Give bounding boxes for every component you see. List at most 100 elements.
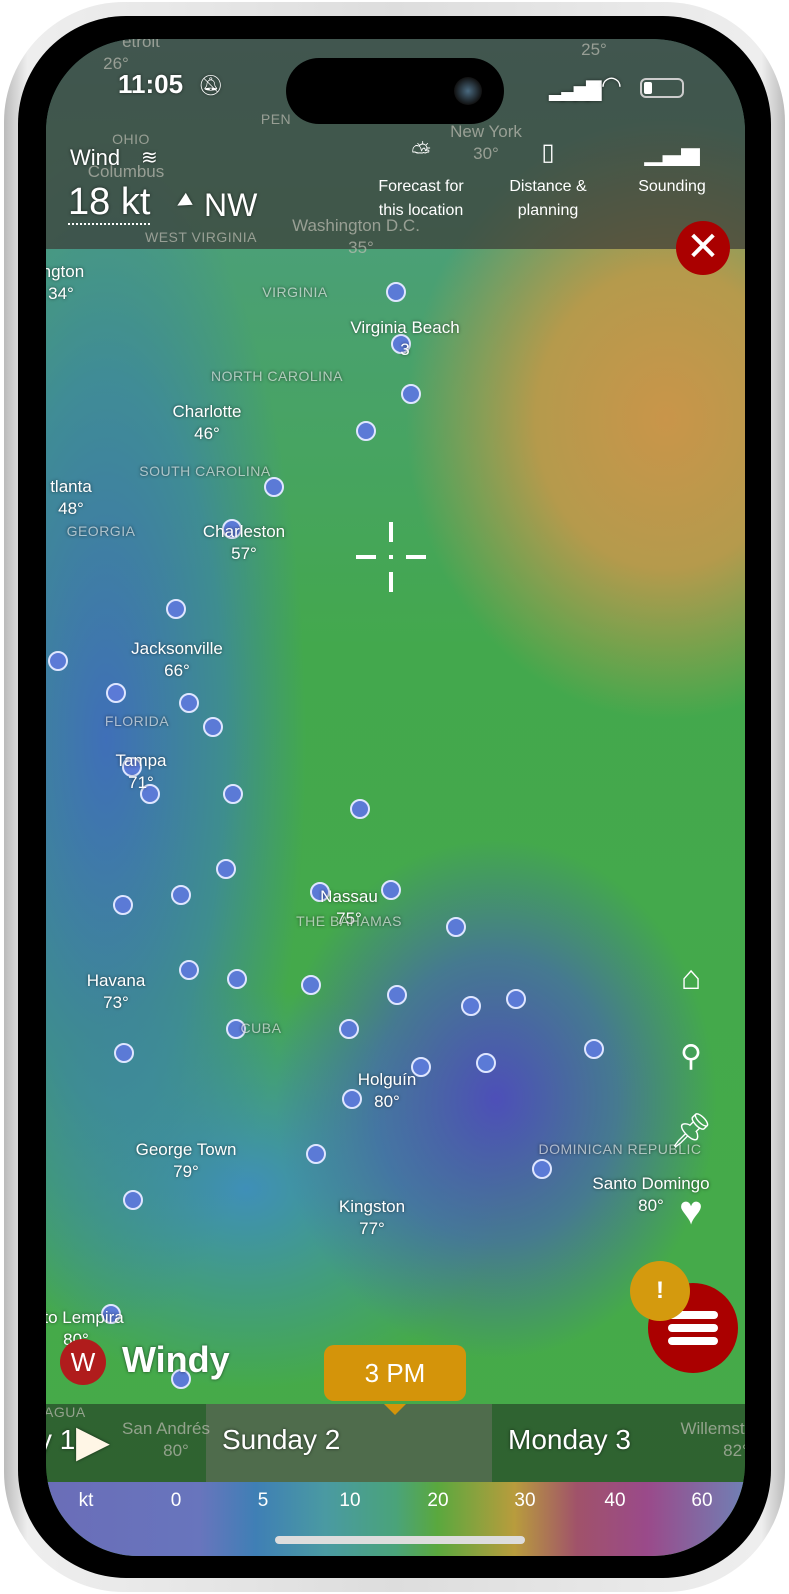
home-icon[interactable]: ⌂ <box>666 959 716 998</box>
map-label: etroit <box>122 39 160 51</box>
bell-slash-icon: 🔕︎ <box>198 75 224 97</box>
city-label[interactable]: Kingston 77° <box>339 1196 405 1240</box>
city-temperature: 79° <box>173 1162 199 1181</box>
marina-pin-icon[interactable] <box>350 799 370 819</box>
search-icon[interactable]: ⚲ <box>666 1039 716 1074</box>
ruler-icon: ▯ <box>541 139 555 166</box>
marina-pin-icon[interactable] <box>166 599 186 619</box>
legend-tick: 40 <box>604 1490 626 1511</box>
city-temperature: 3 <box>400 340 410 359</box>
city-temperature: 57° <box>231 544 257 563</box>
status-time: 11:05 <box>118 69 184 99</box>
legend-tick: 60 <box>691 1490 713 1511</box>
marina-pin-icon[interactable] <box>306 1144 326 1164</box>
dynamic-island <box>286 58 504 124</box>
city-label[interactable]: Tampa 71° <box>115 750 166 794</box>
marina-pin-icon[interactable] <box>227 969 247 989</box>
wind-speed[interactable]: 18 kt <box>68 181 151 225</box>
map-label: 25° <box>581 40 607 59</box>
timeline-bar[interactable]: AGUA San Andrés 80° Willemstad 82° y 1 ▶… <box>46 1404 745 1482</box>
marina-pin-icon[interactable] <box>171 885 191 905</box>
distance-planning-button[interactable]: ▯ Distance & planning <box>509 141 586 223</box>
marina-pin-icon[interactable] <box>203 717 223 737</box>
map-label: 80° <box>163 1441 189 1460</box>
marina-pin-icon[interactable] <box>48 651 68 671</box>
marina-pin-icon[interactable] <box>446 917 466 937</box>
map-label: Willemstad <box>680 1419 745 1438</box>
city-label[interactable]: Charleston 57° <box>203 521 285 565</box>
heart-icon[interactable]: ♥ <box>666 1189 716 1234</box>
city-label[interactable]: ington 34° <box>46 261 84 305</box>
wind-speed-legend: kt 0 5 10 20 30 40 60 <box>46 1482 745 1556</box>
bar-chart-icon: ▁▃▅ <box>644 139 700 166</box>
city-label[interactable]: Virginia Beach 3 <box>350 317 459 361</box>
region-label: SOUTH CAROLINA <box>139 463 271 479</box>
marina-pin-icon[interactable] <box>506 989 526 1009</box>
map-label: WEST VIRGINIA <box>144 229 258 245</box>
wind-map[interactable]: etroit 26° OHIO Columbus PEN New York 30… <box>46 39 745 1556</box>
marina-pin-icon[interactable] <box>113 895 133 915</box>
forecast-location-button[interactable]: ⛅︎ Forecast for this location <box>378 141 463 223</box>
next-day[interactable]: Monday 3 <box>508 1424 631 1456</box>
legend-tick: 5 <box>257 1490 269 1511</box>
sounding-button[interactable]: ▁▃▅ Sounding <box>638 141 706 199</box>
marina-pin-icon[interactable] <box>387 985 407 1005</box>
marina-pin-icon[interactable] <box>461 996 481 1016</box>
marina-pin-icon[interactable] <box>179 960 199 980</box>
city-label[interactable]: George Town 79° <box>136 1139 237 1183</box>
marina-pin-icon[interactable] <box>301 975 321 995</box>
marina-pin-icon[interactable] <box>179 693 199 713</box>
legend-tick: 20 <box>427 1490 449 1511</box>
marina-pin-icon[interactable] <box>532 1159 552 1179</box>
city-temperature: 46° <box>194 424 220 443</box>
home-indicator[interactable] <box>275 1536 525 1544</box>
warning-button[interactable]: ! <box>630 1261 690 1321</box>
marina-pin-icon[interactable] <box>356 421 376 441</box>
city-name: Charleston <box>202 522 286 541</box>
marina-pin-icon[interactable] <box>223 784 243 804</box>
time-bubble[interactable]: 3 PM <box>324 1345 466 1415</box>
city-label[interactable]: Holguín 80° <box>358 1069 417 1113</box>
marina-pin-icon[interactable] <box>264 477 284 497</box>
city-temperature: 48° <box>58 499 84 518</box>
cloud-sun-icon: ⛅︎ <box>411 139 431 166</box>
current-day[interactable]: Sunday 2 <box>222 1424 340 1456</box>
city-name: Havana <box>86 971 146 990</box>
close-button[interactable]: ✕ <box>676 221 730 275</box>
marina-pin-icon[interactable] <box>386 282 406 302</box>
marina-pin-icon[interactable] <box>123 1190 143 1210</box>
city-temperature: 77° <box>359 1219 385 1238</box>
legend-tick: 10 <box>339 1490 361 1511</box>
city-name: Nassau <box>320 887 378 906</box>
marina-pin-icon[interactable] <box>216 859 236 879</box>
marina-pin-icon[interactable] <box>114 1043 134 1063</box>
city-label[interactable]: Jacksonville 66° <box>131 638 223 682</box>
region-label: THE BAHAMAS <box>296 913 402 929</box>
camera-icon <box>454 77 482 105</box>
prev-day[interactable]: y 1 <box>46 1424 75 1456</box>
city-temperature: 73° <box>103 993 129 1012</box>
city-name: Jacksonville <box>131 639 223 658</box>
city-label[interactable]: Havana 73° <box>87 970 146 1014</box>
marina-pin-icon[interactable] <box>476 1053 496 1073</box>
play-icon[interactable]: ▶ <box>76 1416 110 1467</box>
marina-pin-icon[interactable] <box>401 384 421 404</box>
battery-low-icon <box>640 78 684 98</box>
region-label: FLORIDA <box>104 713 170 729</box>
marina-pin-icon[interactable] <box>339 1019 359 1039</box>
region-label: VIRGINIA <box>262 284 328 300</box>
marina-pin-icon[interactable] <box>381 880 401 900</box>
city-name: tlanta <box>50 477 92 496</box>
pushpin-icon[interactable]: 📌︎ <box>666 1111 716 1151</box>
layer-name[interactable]: Wind <box>70 145 120 171</box>
region-label: GEORGIA <box>66 523 136 539</box>
city-label[interactable]: Charlotte 46° <box>173 401 242 445</box>
marina-pin-icon[interactable] <box>106 683 126 703</box>
region-label: NORTH CAROLINA <box>211 368 343 384</box>
map-label: New York <box>450 122 522 141</box>
marina-pin-icon[interactable] <box>584 1039 604 1059</box>
wind-icon: ≋ <box>141 147 158 169</box>
map-label: PEN <box>260 111 292 127</box>
city-temperature: 71° <box>128 773 154 792</box>
city-label[interactable]: tlanta 48° <box>50 476 92 520</box>
